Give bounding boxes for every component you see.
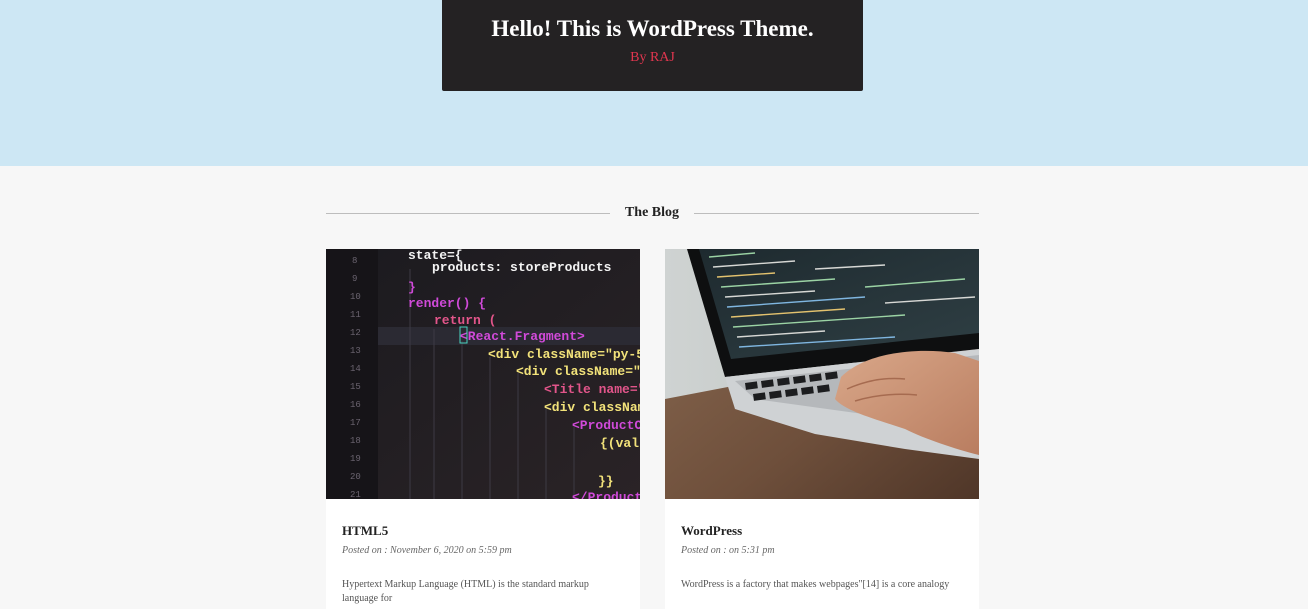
- post-card-wordpress[interactable]: WordPress Posted on : on 5:31 pm WordPre…: [665, 249, 979, 609]
- hero-banner: Hello! This is WordPress Theme. By RAJ: [0, 0, 1308, 166]
- code-editor-image: 8910 111213 141516 171819 2021 state={ p…: [326, 249, 640, 499]
- site-title-box: Hello! This is WordPress Theme. By RAJ: [442, 0, 863, 91]
- svg-text:20: 20: [350, 472, 361, 482]
- site-title[interactable]: Hello! This is WordPress Theme.: [442, 0, 863, 43]
- svg-text:<div classNam: <div classNam: [544, 400, 640, 415]
- svg-text:render() {: render() {: [408, 296, 486, 311]
- svg-text:21: 21: [350, 490, 361, 499]
- svg-text:19: 19: [350, 454, 361, 464]
- svg-text:<ProductC: <ProductC: [572, 418, 640, 433]
- blog-section-heading: The Blog: [326, 202, 979, 224]
- svg-text:<Title name=": <Title name=": [544, 382, 640, 397]
- post-excerpt: WordPress is a factory that makes webpag…: [681, 579, 950, 590]
- svg-text:{(val: {(val: [600, 436, 639, 451]
- svg-text:16: 16: [350, 400, 361, 410]
- laptop-typing-image: [665, 249, 979, 499]
- heading-divider-right: [694, 213, 979, 214]
- post-title[interactable]: WordPress: [681, 522, 963, 540]
- svg-text:11: 11: [350, 310, 361, 320]
- post-thumbnail-code[interactable]: 8 9 10 11 12 13 14 15 16 17 18 19 20 21 state={ p…: [326, 249, 640, 499]
- svg-text:12: 12: [350, 328, 361, 338]
- post-meta: Posted on : on 5:31 pm: [681, 545, 775, 556]
- svg-text:13: 13: [350, 346, 361, 356]
- post-body: HTML5 Posted on : November 6, 2020 on 5:…: [326, 499, 640, 606]
- post-title[interactable]: HTML5: [342, 522, 624, 540]
- post-thumbnail-laptop[interactable]: [665, 249, 979, 499]
- svg-text:18: 18: [350, 436, 361, 446]
- svg-text:return (: return (: [434, 313, 496, 328]
- svg-text:<React.Fragment>: <React.Fragment>: [460, 329, 585, 344]
- svg-text:10: 10: [350, 292, 361, 302]
- svg-text:<div className="py-5": <div className="py-5": [488, 347, 640, 362]
- svg-text:}}: }}: [598, 474, 614, 489]
- svg-text:17: 17: [350, 418, 361, 428]
- post-meta: Posted on : November 6, 2020 on 5:59 pm: [342, 545, 512, 556]
- svg-text:8: 8: [352, 256, 357, 266]
- heading-divider-left: [326, 213, 610, 214]
- post-card-html5[interactable]: 8 9 10 11 12 13 14 15 16 17 18 19 20 21 state={ p…: [326, 249, 640, 609]
- site-byline: By RAJ: [630, 50, 675, 65]
- blog-heading: The Blog: [624, 205, 680, 220]
- post-body: WordPress Posted on : on 5:31 pm WordPre…: [665, 499, 979, 592]
- svg-text:15: 15: [350, 382, 361, 392]
- svg-text:9: 9: [352, 274, 357, 284]
- svg-text:14: 14: [350, 364, 361, 374]
- svg-text:products: storeProducts: products: storeProducts: [432, 260, 612, 275]
- post-excerpt: Hypertext Markup Language (HTML) is the …: [342, 579, 589, 604]
- svg-text:<div className="c: <div className="c: [516, 364, 640, 379]
- svg-text:}: }: [408, 280, 416, 295]
- svg-text:</Product: </Product: [572, 490, 640, 499]
